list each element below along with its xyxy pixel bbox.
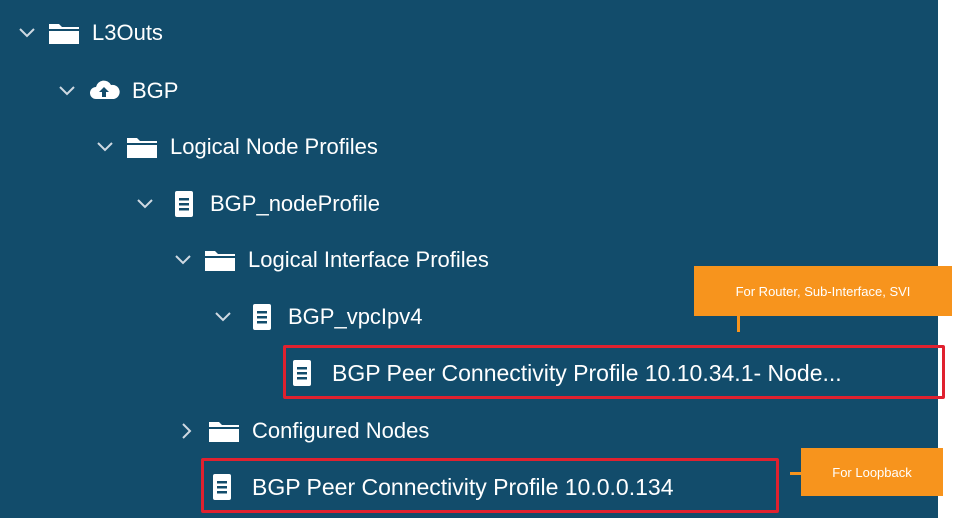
tree-item-bgp[interactable]: BGP [56, 71, 178, 111]
tree-item-bgp-peer-profile-node[interactable]: BGP Peer Connectivity Profile 10.10.34.1… [292, 353, 842, 393]
chevron-right-icon[interactable] [176, 420, 198, 442]
cloud-upload-icon [88, 79, 120, 103]
chevron-down-icon[interactable] [94, 136, 116, 158]
tree-item-label: BGP_vpcIpv4 [288, 304, 423, 329]
tree-item-bgp-vpcipv4[interactable]: BGP_vpcIpv4 [212, 297, 423, 337]
tree-panel: L3Outs BGP Logical Node Profiles BGP_nod… [0, 0, 952, 518]
chevron-down-icon[interactable] [56, 80, 78, 102]
chevron-down-icon[interactable] [16, 22, 38, 44]
callout-loopback: For Loopback [801, 448, 943, 496]
tree-item-l3outs[interactable]: L3Outs [16, 13, 163, 53]
tree-item-label: BGP [132, 78, 179, 103]
tree-item-label: BGP Peer Connectivity Profile 10.0.0.134 [252, 473, 674, 500]
tree-item-label: BGP_nodeProfile [210, 191, 380, 216]
document-icon [252, 303, 272, 331]
tree-item-logical-node-profiles[interactable]: Logical Node Profiles [94, 127, 378, 167]
tree-item-label: L3Outs [92, 20, 163, 45]
chevron-down-icon[interactable] [172, 249, 194, 271]
folder-icon [126, 135, 158, 159]
document-icon [174, 190, 194, 218]
folder-icon [204, 248, 236, 272]
tree-item-label: BGP Peer Connectivity Profile 10.10.34.1… [332, 359, 842, 386]
document-icon [292, 359, 312, 387]
tree-item-logical-interface-profiles[interactable]: Logical Interface Profiles [172, 240, 489, 280]
chevron-down-icon[interactable] [212, 306, 234, 328]
tree-item-label: Configured Nodes [252, 418, 430, 443]
document-icon [212, 473, 232, 501]
callout-router: For Router, Sub-Interface, SVI [694, 266, 952, 316]
tree-item-configured-nodes[interactable]: Configured Nodes [176, 411, 429, 451]
tree-item-label: Logical Node Profiles [170, 134, 378, 159]
folder-icon [48, 21, 80, 45]
tree-item-bgp-nodeprofile[interactable]: BGP_nodeProfile [134, 184, 380, 224]
folder-icon [208, 419, 240, 443]
callout-connector [737, 316, 740, 332]
chevron-down-icon[interactable] [134, 193, 156, 215]
tree-item-bgp-peer-profile-loopback[interactable]: BGP Peer Connectivity Profile 10.0.0.134 [212, 467, 673, 507]
tree-item-label: Logical Interface Profiles [248, 247, 489, 272]
